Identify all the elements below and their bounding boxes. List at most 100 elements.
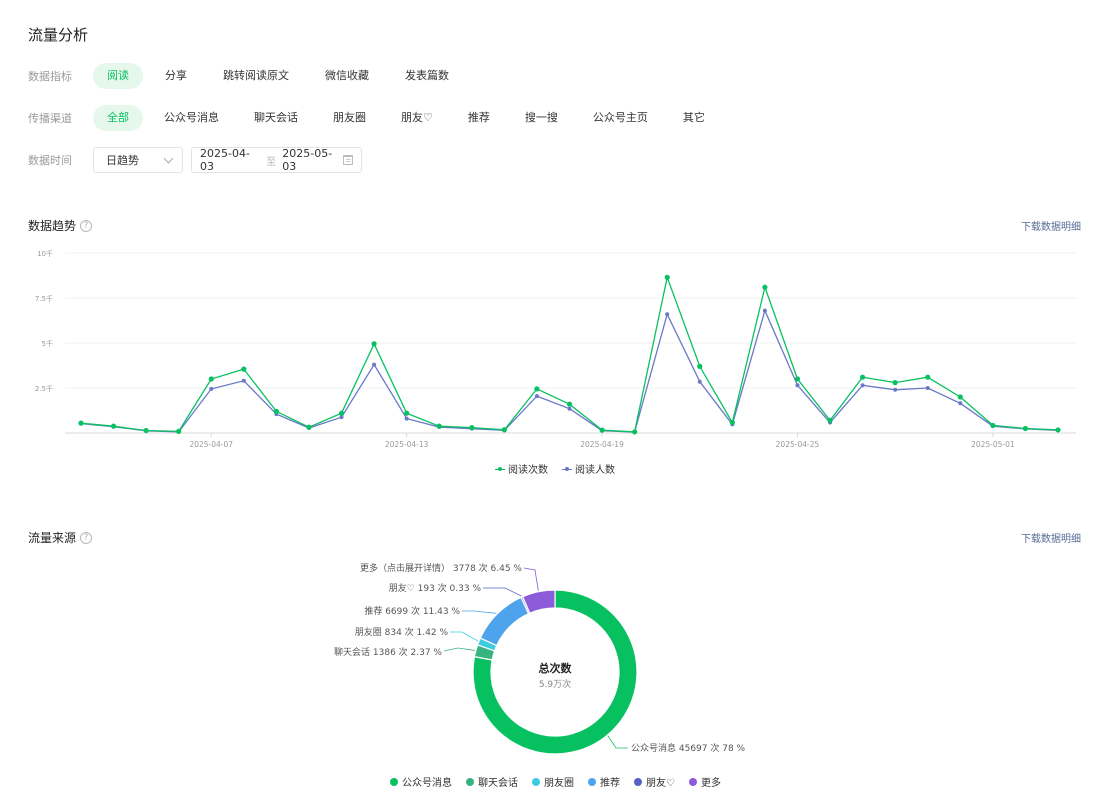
reads-point[interactable] xyxy=(338,410,345,416)
chip-channel-chat[interactable]: 聊天会话 xyxy=(240,105,312,131)
reads-point[interactable] xyxy=(794,376,801,382)
readers-point[interactable] xyxy=(762,308,767,313)
legend-more[interactable]: 更多 xyxy=(688,774,721,789)
label-more[interactable]: 更多（点击展开详情） 3778 次 6.45 % xyxy=(360,562,522,574)
reads-point[interactable] xyxy=(566,401,573,407)
readers-point[interactable] xyxy=(241,378,246,383)
readers-point[interactable] xyxy=(958,401,963,406)
legend-official-label: 公众号消息 xyxy=(402,778,452,789)
readers-point[interactable] xyxy=(534,394,539,399)
donut-center-title: 总次数 xyxy=(539,661,573,675)
readers-point[interactable] xyxy=(372,362,377,367)
start-date[interactable]: 2025-04-03 xyxy=(200,147,260,173)
chip-metric-wechat-favorite[interactable]: 微信收藏 xyxy=(311,63,383,89)
label-moments: 朋友圈 834 次 1.42 % xyxy=(355,626,449,638)
x-tick-label: 2025-04-07 xyxy=(189,440,233,449)
chip-metric-share[interactable]: 分享 xyxy=(151,63,201,89)
reads-point[interactable] xyxy=(632,429,638,435)
reads-point[interactable] xyxy=(501,427,507,433)
legend-moments[interactable]: 朋友圈 xyxy=(532,774,574,789)
chip-channel-homepage[interactable]: 公众号主页 xyxy=(579,105,662,131)
leader-line xyxy=(450,631,479,642)
granularity-select[interactable]: 日趋势 xyxy=(93,147,183,173)
trend-download-link[interactable]: 下载数据明细 xyxy=(1021,218,1081,233)
help-icon[interactable]: ? xyxy=(80,219,93,232)
calendar-icon[interactable] xyxy=(342,155,354,165)
readers-point[interactable] xyxy=(925,386,930,390)
reads-point[interactable] xyxy=(697,363,703,369)
reads-point[interactable] xyxy=(436,423,442,429)
trend-chart: 2.5千 5千 7.5千 10千 2025-04-07 2025-04-13 2… xyxy=(35,249,1076,449)
readers-point[interactable] xyxy=(567,406,572,411)
legend-reads[interactable]: 阅读次数 xyxy=(495,461,548,476)
readers-point[interactable] xyxy=(404,416,409,421)
donut-center-value: 5.9万次 xyxy=(539,678,571,690)
reads-point[interactable] xyxy=(990,422,996,429)
chip-channel-recommend[interactable]: 推荐 xyxy=(454,105,504,131)
chip-metric-read[interactable]: 阅读 xyxy=(93,63,143,89)
legend-readers-label: 阅读人数 xyxy=(575,465,615,476)
legend-readers[interactable]: 阅读人数 xyxy=(562,461,615,476)
reads-point[interactable] xyxy=(827,417,833,423)
chip-channel-search[interactable]: 搜一搜 xyxy=(511,105,572,131)
legend-dot xyxy=(588,777,596,786)
source-download-link[interactable]: 下载数据明细 xyxy=(1021,530,1081,545)
trend-x-axis: 2025-04-07 2025-04-13 2025-04-19 2025-04… xyxy=(189,440,1014,449)
reads-point[interactable] xyxy=(925,374,931,380)
readers-point[interactable] xyxy=(860,383,865,388)
reads-point[interactable] xyxy=(241,366,247,372)
chip-channel-all[interactable]: 全部 xyxy=(93,105,143,131)
legend-recommend[interactable]: 推荐 xyxy=(588,774,620,789)
legend-chat-label: 聊天会话 xyxy=(478,778,518,789)
reads-point[interactable] xyxy=(176,428,182,434)
reads-point[interactable] xyxy=(1055,427,1061,433)
legend-reads-label: 阅读次数 xyxy=(508,465,548,476)
source-title-text: 流量来源 xyxy=(28,531,77,545)
reads-point[interactable] xyxy=(1022,425,1029,432)
reads-point[interactable] xyxy=(143,427,149,434)
legend-official-message[interactable]: 公众号消息 xyxy=(390,774,452,789)
reads-point[interactable] xyxy=(599,427,605,433)
reads-point[interactable] xyxy=(469,425,475,431)
slice-recommend[interactable] xyxy=(479,596,530,647)
source-section-title: 流量来源 ? xyxy=(28,529,93,546)
series-line-readers xyxy=(80,308,1059,433)
reads-point[interactable] xyxy=(78,420,84,426)
readers-point[interactable] xyxy=(795,383,800,388)
leader-line xyxy=(523,567,539,591)
x-tick-label: 2025-04-19 xyxy=(580,440,624,449)
reads-point[interactable] xyxy=(534,386,540,392)
readers-point[interactable] xyxy=(893,387,898,392)
reads-point[interactable] xyxy=(110,423,117,429)
reads-point[interactable] xyxy=(664,274,670,280)
readers-point[interactable] xyxy=(665,312,670,317)
legend-chat[interactable]: 聊天会话 xyxy=(466,774,518,789)
chip-metric-jump-original[interactable]: 跳转阅读原文 xyxy=(209,63,303,89)
reads-point[interactable] xyxy=(729,419,735,426)
chip-metric-published-count[interactable]: 发表篇数 xyxy=(391,63,463,89)
legend-friend-like[interactable]: 朋友♡ xyxy=(634,774,675,789)
chip-channel-other[interactable]: 其它 xyxy=(669,105,719,131)
chip-channel-moments[interactable]: 朋友圈 xyxy=(319,105,380,131)
reads-point[interactable] xyxy=(860,374,866,380)
reads-point[interactable] xyxy=(208,376,214,382)
reads-point[interactable] xyxy=(371,341,377,347)
metric-filter-row: 数据指标 阅读 分享 跳转阅读原文 微信收藏 发表篇数 xyxy=(28,63,471,89)
readers-point[interactable] xyxy=(209,386,214,391)
reads-point[interactable] xyxy=(892,380,898,386)
reads-point[interactable] xyxy=(762,284,768,290)
channel-filter-label: 传播渠道 xyxy=(28,112,72,125)
trend-series xyxy=(78,274,1061,435)
help-icon[interactable]: ? xyxy=(80,531,93,544)
reads-point[interactable] xyxy=(957,394,963,400)
reads-point[interactable] xyxy=(404,410,410,416)
chip-channel-friend-like[interactable]: 朋友♡ xyxy=(387,105,447,131)
reads-point[interactable] xyxy=(306,424,312,430)
chip-channel-official-message[interactable]: 公众号消息 xyxy=(150,105,233,131)
reads-point[interactable] xyxy=(273,408,279,414)
readers-point[interactable] xyxy=(697,379,702,384)
y-tick-label: 5千 xyxy=(42,339,53,348)
label-friend: 朋友♡ 193 次 0.33 % xyxy=(389,582,482,594)
date-range-picker[interactable]: 2025-04-03 至 2025-05-03 xyxy=(191,147,362,173)
end-date[interactable]: 2025-05-03 xyxy=(282,147,342,173)
